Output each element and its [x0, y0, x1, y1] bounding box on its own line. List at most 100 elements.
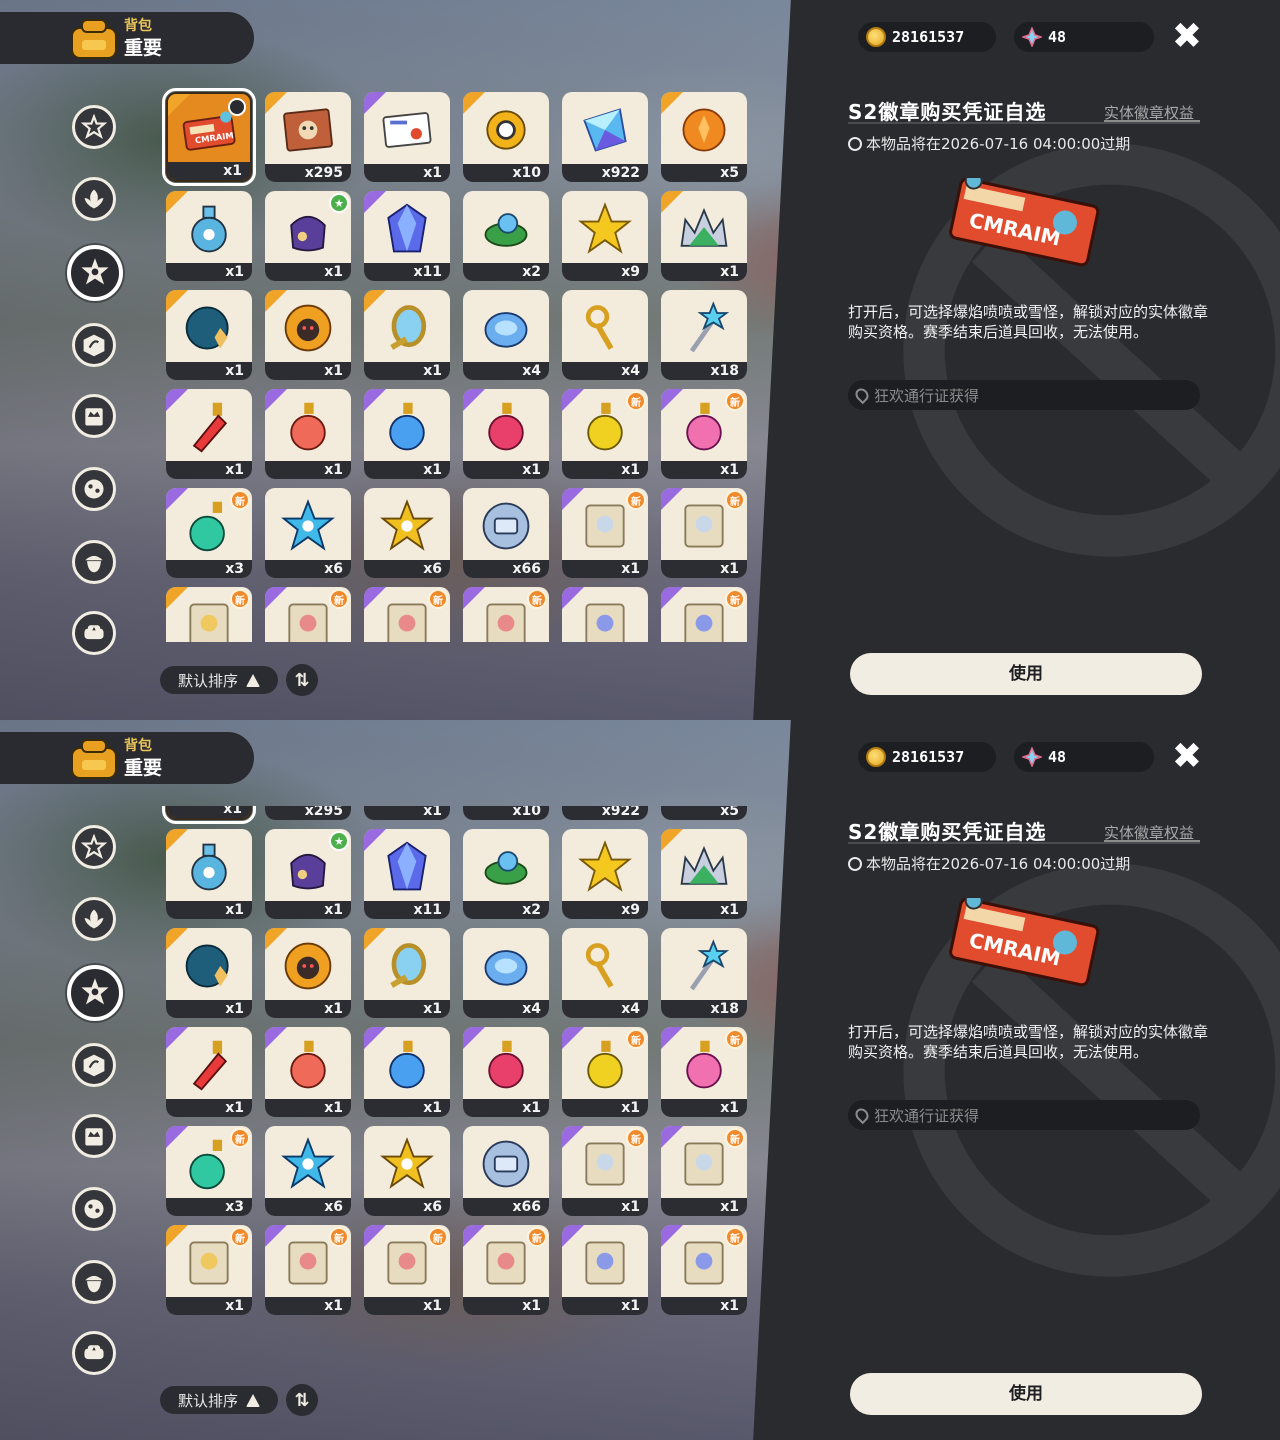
item-tile[interactable]: x11 — [364, 191, 450, 281]
item-tile[interactable]: x1新 — [265, 587, 351, 642]
item-tile[interactable]: x66 — [463, 1126, 549, 1216]
item-tile[interactable]: x295 — [265, 92, 351, 182]
item-tile[interactable]: x6 — [265, 488, 351, 578]
item-source[interactable]: 狂欢通行证获得 — [848, 1100, 1200, 1130]
category-tab-star-medal[interactable] — [72, 825, 116, 869]
item-tile[interactable]: x1 — [364, 389, 450, 479]
item-tile[interactable]: x1 — [562, 1225, 648, 1315]
close-icon[interactable]: ✖ — [1170, 739, 1204, 775]
item-tile[interactable]: x66 — [463, 488, 549, 578]
item-tile[interactable]: x6 — [364, 488, 450, 578]
item-tile[interactable]: x1 — [364, 928, 450, 1018]
item-tile[interactable]: x5 — [661, 806, 747, 820]
item-tile[interactable]: x1 — [166, 389, 252, 479]
sort-order-toggle-button[interactable]: ⇅ — [286, 664, 318, 696]
item-tile[interactable]: x922 — [562, 92, 648, 182]
item-tile[interactable]: x2 — [463, 829, 549, 919]
item-tile[interactable]: x2 — [463, 191, 549, 281]
item-tile[interactable]: x1新 — [661, 389, 747, 479]
item-tile[interactable]: x1 — [166, 1027, 252, 1117]
item-tile[interactable]: x10 — [463, 92, 549, 182]
category-tab-crown-card[interactable] — [72, 394, 116, 438]
item-tile[interactable]: x295 — [265, 806, 351, 820]
item-tile[interactable]: x1 — [661, 829, 747, 919]
item-tile[interactable]: x1新 — [661, 488, 747, 578]
item-tile[interactable]: CMRAIMx1 — [162, 806, 256, 824]
item-tile[interactable]: x10 — [463, 806, 549, 820]
item-tile[interactable]: x1 — [265, 1027, 351, 1117]
item-tile[interactable]: x1 ★ — [265, 191, 351, 281]
item-tile[interactable]: x1新 — [265, 1225, 351, 1315]
category-tab-sparkle-star[interactable] — [67, 965, 123, 1021]
item-tile[interactable]: x1新 — [364, 587, 450, 642]
item-tile[interactable]: x1 — [265, 290, 351, 380]
item-tile[interactable]: x1新 — [661, 587, 747, 642]
category-tab-leaf[interactable] — [72, 177, 116, 221]
item-tile[interactable]: x1新 — [562, 1027, 648, 1117]
category-tab-acorn[interactable] — [72, 540, 116, 584]
category-tab-leaf[interactable] — [72, 897, 116, 941]
item-tile[interactable]: x1新 — [562, 488, 648, 578]
sort-order-toggle-button[interactable]: ⇅ — [286, 1384, 318, 1416]
item-tile[interactable]: x6 — [265, 1126, 351, 1216]
use-button[interactable]: 使用 — [850, 1373, 1202, 1415]
item-tile[interactable]: x1新 — [364, 1225, 450, 1315]
item-tile[interactable]: x4 — [463, 290, 549, 380]
item-tile[interactable]: x1 — [364, 290, 450, 380]
sort-dropdown[interactable]: 默认排序 — [160, 1386, 278, 1414]
item-tile[interactable]: CMRAIMx1 — [162, 88, 256, 186]
item-tile[interactable]: x1新 — [562, 389, 648, 479]
item-tile[interactable]: x1新 — [661, 1225, 747, 1315]
item-tile[interactable]: x1 — [661, 191, 747, 281]
item-tile[interactable]: x1 — [166, 191, 252, 281]
item-tile[interactable]: x18 — [661, 290, 747, 380]
item-tile[interactable]: x6 — [364, 1126, 450, 1216]
item-tile[interactable]: x9 — [562, 829, 648, 919]
category-tab-ball[interactable] — [72, 467, 116, 511]
item-tile[interactable]: x1 — [463, 389, 549, 479]
category-tab-star-medal[interactable] — [72, 105, 116, 149]
item-tile[interactable]: x922 — [562, 806, 648, 820]
item-tile[interactable]: x1 — [463, 1027, 549, 1117]
item-tile[interactable]: x1 — [364, 806, 450, 820]
item-tile[interactable]: x1新 — [166, 587, 252, 642]
item-tile[interactable]: x4 — [562, 928, 648, 1018]
item-tile[interactable]: x18 — [661, 928, 747, 1018]
category-tab-crown-card[interactable] — [72, 1114, 116, 1158]
item-tile[interactable]: x4 — [562, 290, 648, 380]
item-tile[interactable]: x1新 — [166, 1225, 252, 1315]
sort-dropdown[interactable]: 默认排序 — [160, 666, 278, 694]
item-tile[interactable]: x1新 — [661, 1027, 747, 1117]
item-tile[interactable]: x4 — [463, 928, 549, 1018]
item-tile[interactable]: x1 — [166, 928, 252, 1018]
item-tile[interactable]: x1新 — [463, 1225, 549, 1315]
category-tab-sofa[interactable] — [72, 611, 116, 655]
category-tab-cube-leaf[interactable] — [72, 323, 116, 367]
close-icon[interactable]: ✖ — [1170, 19, 1204, 55]
item-source[interactable]: 狂欢通行证获得 — [848, 380, 1200, 410]
item-tile[interactable]: x1 — [562, 587, 648, 642]
item-tile[interactable]: x9 — [562, 191, 648, 281]
item-tile[interactable]: x5 — [661, 92, 747, 182]
item-tile[interactable]: x1新 — [661, 1126, 747, 1216]
category-tab-acorn[interactable] — [72, 1260, 116, 1304]
item-tile[interactable]: x11 — [364, 829, 450, 919]
item-tile[interactable]: x1 — [265, 928, 351, 1018]
use-button[interactable]: 使用 — [850, 653, 1202, 695]
item-tile[interactable]: x1 — [265, 389, 351, 479]
item-tile[interactable]: x1新 — [562, 1126, 648, 1216]
item-grid[interactable]: CMRAIMx1x295x1x10x922x5x1x1★x11x2x9x1x1x… — [160, 86, 760, 642]
item-tile[interactable]: x1新 — [463, 587, 549, 642]
category-tab-sparkle-star[interactable] — [67, 245, 123, 301]
item-tile[interactable]: x3 新 — [166, 488, 252, 578]
item-tile[interactable]: x1 — [364, 1027, 450, 1117]
category-tab-cube-leaf[interactable] — [72, 1043, 116, 1087]
item-tile[interactable]: x1 ★ — [265, 829, 351, 919]
item-tile[interactable]: x3 新 — [166, 1126, 252, 1216]
category-tab-ball[interactable] — [72, 1187, 116, 1231]
category-tab-sofa[interactable] — [72, 1331, 116, 1375]
item-tile[interactable]: x1 — [364, 92, 450, 182]
item-tile[interactable]: x1 — [166, 290, 252, 380]
item-grid[interactable]: CMRAIMx1x295x1x10x922x5x1x1★x11x2x9x1x1x… — [160, 806, 760, 1362]
item-tile[interactable]: x1 — [166, 829, 252, 919]
